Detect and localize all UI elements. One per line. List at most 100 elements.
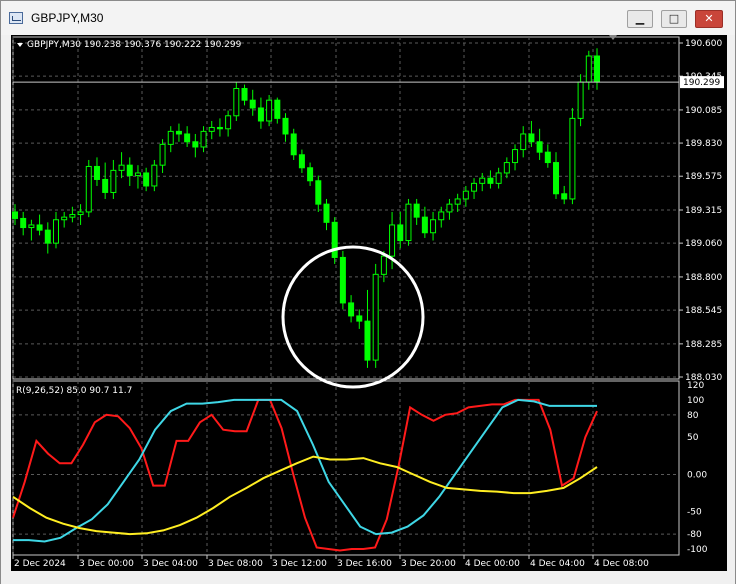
time-axis-label: 2 Dec 2024 bbox=[14, 559, 66, 569]
candle bbox=[348, 302, 355, 317]
candle bbox=[569, 117, 576, 200]
candle bbox=[331, 221, 338, 258]
candle bbox=[175, 130, 182, 135]
indicator-level-label: 80 bbox=[687, 411, 699, 421]
time-axis-label: 3 Dec 08:00 bbox=[208, 559, 263, 569]
current-price-label: 190.299 bbox=[683, 78, 720, 88]
candle bbox=[184, 133, 191, 143]
maximize-icon: □ bbox=[668, 12, 680, 25]
indicator-series-line bbox=[12, 398, 598, 552]
candle bbox=[487, 177, 494, 184]
candle bbox=[61, 216, 68, 221]
candle bbox=[52, 219, 59, 244]
candle bbox=[274, 99, 281, 119]
indicator-level-label: 0.00 bbox=[687, 470, 707, 480]
candle bbox=[364, 320, 371, 361]
candle bbox=[192, 141, 199, 148]
candle bbox=[134, 172, 141, 177]
candle bbox=[44, 229, 51, 244]
candle bbox=[528, 133, 535, 143]
candle bbox=[380, 255, 387, 275]
candle bbox=[225, 115, 232, 130]
indicator-frame bbox=[12, 380, 680, 556]
candle bbox=[151, 164, 158, 187]
candle bbox=[216, 126, 223, 130]
indicator-level-label: 50 bbox=[687, 433, 699, 443]
price-label: 189.830 bbox=[685, 139, 722, 149]
window-bottom-edge bbox=[1, 571, 735, 584]
candle bbox=[241, 87, 248, 101]
main-chart-header: GBPJPY,M30 190.238 190.376 190.222 190.2… bbox=[27, 40, 242, 50]
candle bbox=[446, 203, 453, 213]
candle bbox=[233, 87, 240, 117]
chart-window: GBPJPY,M30 ▁ □ ✕ 190.600190.345190.08518… bbox=[0, 0, 736, 584]
candle bbox=[249, 99, 256, 109]
indicator-level-label: 100 bbox=[687, 396, 704, 406]
candle bbox=[298, 154, 305, 169]
candle bbox=[503, 162, 510, 174]
candle bbox=[438, 211, 445, 221]
time-axis-label: 4 Dec 08:00 bbox=[594, 559, 649, 569]
candle bbox=[118, 164, 125, 171]
chart-svg[interactable]: 190.600190.345190.085189.830189.575189.3… bbox=[11, 35, 727, 571]
candle bbox=[553, 162, 560, 195]
candle bbox=[405, 203, 412, 242]
close-icon: ✕ bbox=[704, 12, 714, 25]
candle bbox=[126, 164, 133, 177]
candle bbox=[323, 203, 330, 223]
time-axis-label: 3 Dec 16:00 bbox=[337, 559, 392, 569]
price-label: 190.085 bbox=[685, 106, 722, 116]
chart-area[interactable]: 190.600190.345190.085189.830189.575189.3… bbox=[11, 35, 727, 571]
maximize-button[interactable]: □ bbox=[661, 10, 687, 28]
price-label: 189.575 bbox=[685, 172, 722, 182]
candle bbox=[339, 256, 346, 304]
indicator-level-label: 120 bbox=[687, 381, 704, 391]
candle bbox=[471, 182, 478, 192]
price-label: 190.600 bbox=[685, 39, 722, 49]
price-label: 188.285 bbox=[685, 340, 722, 350]
window-title: GBPJPY,M30 bbox=[31, 11, 104, 25]
indicator-level-label: -50 bbox=[687, 508, 702, 518]
minimize-button[interactable]: ▁ bbox=[627, 10, 653, 28]
dropdown-arrow-icon[interactable] bbox=[17, 43, 23, 47]
candle bbox=[167, 130, 174, 145]
candle bbox=[397, 224, 404, 242]
candle bbox=[389, 224, 396, 257]
price-label: 189.315 bbox=[685, 206, 722, 216]
candle bbox=[372, 273, 379, 361]
time-axis-label: 3 Dec 00:00 bbox=[79, 559, 134, 569]
candle bbox=[544, 151, 551, 164]
indicator-level-label: -80 bbox=[687, 530, 702, 540]
price-label: 188.800 bbox=[685, 273, 722, 283]
minimize-icon: ▁ bbox=[635, 12, 645, 25]
candle bbox=[12, 211, 18, 219]
candle bbox=[257, 107, 264, 122]
candle bbox=[36, 224, 43, 231]
candle bbox=[143, 172, 150, 187]
candle bbox=[69, 214, 76, 218]
candle bbox=[77, 211, 84, 216]
time-axis-label: 3 Dec 20:00 bbox=[401, 559, 456, 569]
candle bbox=[28, 224, 35, 229]
candle bbox=[208, 126, 215, 132]
candle bbox=[495, 172, 502, 184]
candle bbox=[93, 165, 100, 180]
candle bbox=[356, 315, 363, 322]
candle bbox=[479, 177, 486, 184]
candle bbox=[20, 217, 27, 229]
candle bbox=[462, 190, 469, 200]
candle bbox=[413, 203, 420, 218]
chart-window-icon bbox=[9, 12, 23, 24]
annotation-circle bbox=[281, 245, 425, 389]
time-axis-label: 4 Dec 00:00 bbox=[465, 559, 520, 569]
close-button[interactable]: ✕ bbox=[695, 10, 723, 28]
time-axis-label: 3 Dec 04:00 bbox=[143, 559, 198, 569]
time-axis-label: 4 Dec 04:00 bbox=[530, 559, 585, 569]
candle bbox=[430, 219, 437, 234]
indicator-series-line bbox=[12, 455, 598, 536]
candle bbox=[159, 143, 166, 166]
candle bbox=[454, 198, 461, 205]
candle bbox=[307, 167, 314, 182]
candle bbox=[594, 55, 600, 83]
titlebar[interactable]: GBPJPY,M30 ▁ □ ✕ bbox=[1, 1, 735, 35]
